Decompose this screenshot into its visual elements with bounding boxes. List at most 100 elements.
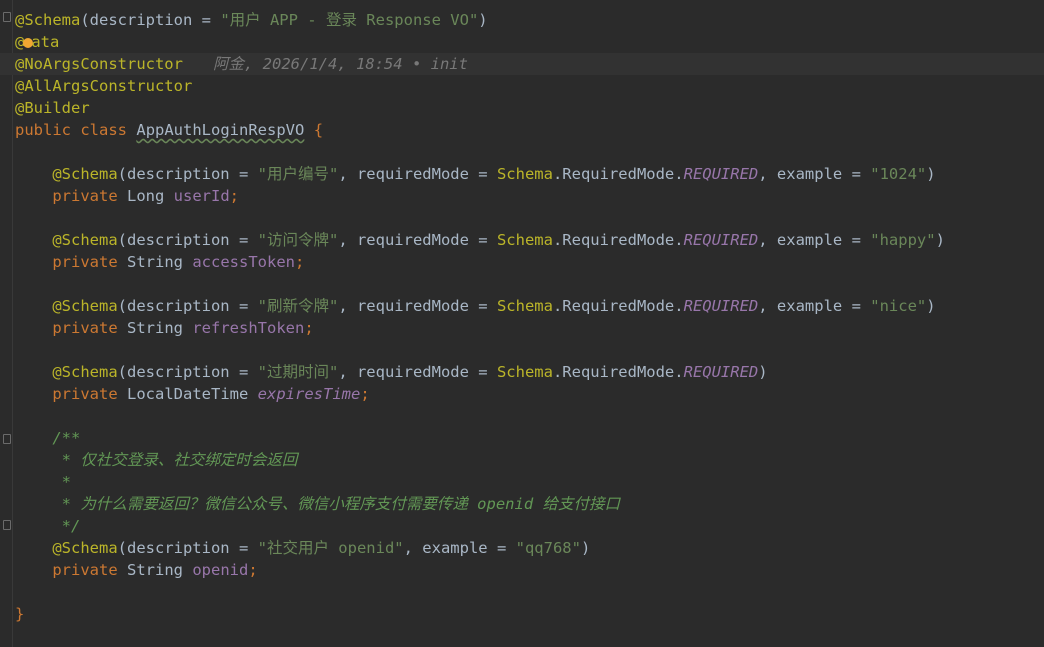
code-line: private String openid; <box>15 559 1044 581</box>
doc-comment-line: * 仅社交登录、社交绑定时会返回 <box>15 449 1044 471</box>
code-text: , requiredMode = <box>338 297 497 315</box>
field-name: accessToken <box>192 253 295 271</box>
blame-date: , 2026/1/4, 18:54 • init <box>244 55 468 73</box>
string-literal: "nice" <box>870 297 927 315</box>
annotation: @Schema <box>52 363 118 381</box>
semicolon: ; <box>248 561 258 579</box>
code-text: ) <box>935 231 945 249</box>
field-name: expiresTime <box>257 385 361 403</box>
code-text: , requiredMode = <box>338 231 497 249</box>
fold-marker-icon[interactable] <box>3 12 11 22</box>
annotation: @Schema <box>52 165 118 183</box>
git-blame-annotation[interactable]: 阿金, 2026/1/4, 18:54 • init <box>213 55 468 73</box>
code-line: private String accessToken; <box>15 251 1044 273</box>
code-text: , requiredMode = <box>338 363 497 381</box>
class-ref: Schema <box>496 297 553 315</box>
current-line: @NoArgsConstructor 阿金, 2026/1/4, 18:54 • … <box>0 53 1044 75</box>
fold-marker-icon[interactable] <box>3 434 11 444</box>
code-text: (description = <box>117 231 258 249</box>
code-text: , example = <box>758 165 871 183</box>
doc-code-ref: openid <box>477 495 534 513</box>
code-text: (description = <box>117 539 258 557</box>
code-text: (description = <box>117 165 258 183</box>
keyword: private <box>52 187 118 205</box>
code-line: @Schema(description = "过期时间", requiredMo… <box>15 361 1044 383</box>
code-line: private String refreshToken; <box>15 317 1044 339</box>
code-text: .RequiredMode. <box>552 363 684 381</box>
string-literal: "社交用户 openid" <box>257 539 404 557</box>
doc-comment: * <box>52 473 71 491</box>
brace: } <box>15 605 25 623</box>
code-text: .RequiredMode. <box>552 297 684 315</box>
fold-marker-icon[interactable] <box>3 520 11 530</box>
class-ref: Schema <box>496 165 553 183</box>
doc-comment: */ <box>52 517 81 535</box>
doc-comment-line: * 为什么需要返回？微信公众号、微信小程序支付需要传递 openid 给支付接口 <box>15 493 1044 515</box>
code-text: ) <box>926 165 936 183</box>
keyword: public <box>15 121 71 139</box>
code-text: .RequiredMode. <box>552 231 684 249</box>
code-line: private LocalDateTime expiresTime; <box>15 383 1044 405</box>
code-text: (description = <box>117 363 258 381</box>
code-text: (description = <box>117 297 258 315</box>
enum-constant: REQUIRED <box>683 231 759 249</box>
code-text: , example = <box>403 539 516 557</box>
doc-comment-line: */ <box>15 515 1044 537</box>
doc-comment-line: * <box>15 471 1044 493</box>
keyword: private <box>52 561 118 579</box>
class-ref: Schema <box>496 363 553 381</box>
annotation: @Schema <box>52 539 118 557</box>
annotation: @NoArgsConstructor <box>15 55 183 73</box>
code-line: @Schema(description = "用户编号", requiredMo… <box>15 163 1044 185</box>
annotation: @Schema <box>52 231 118 249</box>
editor-gutter <box>0 0 13 647</box>
code-line: public class AppAuthLoginRespVO { <box>15 119 1044 141</box>
string-literal: "1024" <box>870 165 927 183</box>
code-line: @Schema(description = "社交用户 openid", exa… <box>15 537 1044 559</box>
code-line: @AllArgsConstructor <box>15 75 1044 97</box>
enum-constant: REQUIRED <box>683 363 759 381</box>
semicolon: ; <box>304 319 314 337</box>
semicolon: ; <box>360 385 370 403</box>
code-text: , requiredMode = <box>338 165 497 183</box>
doc-comment: * 为什么需要返回？微信公众号、微信小程序支付需要传递 <box>52 495 478 513</box>
string-literal: "用户 APP - 登录 Response VO" <box>220 11 479 29</box>
type-name: String <box>127 253 183 271</box>
class-name: AppAuthLoginRespVO <box>136 121 305 139</box>
keyword: private <box>52 385 118 403</box>
field-name: userId <box>173 187 230 205</box>
code-line: private Long userId; <box>15 185 1044 207</box>
code-line: @Schema(description = "刷新令牌", requiredMo… <box>15 295 1044 317</box>
brace: { <box>313 121 324 139</box>
field-name: refreshToken <box>192 319 305 337</box>
semicolon: ; <box>229 187 240 205</box>
code-line: @ ata <box>15 31 1044 53</box>
field-name: openid <box>192 561 249 579</box>
code-line: @Schema(description = "用户 APP - 登录 Respo… <box>15 9 1044 31</box>
code-text: (description = <box>80 11 221 29</box>
enum-constant: REQUIRED <box>683 165 759 183</box>
code-text: , example = <box>758 231 871 249</box>
string-literal: "用户编号" <box>257 165 339 183</box>
string-literal: "刷新令牌" <box>257 297 339 315</box>
type-name: String <box>127 561 183 579</box>
code-text: ) <box>926 297 936 315</box>
type-name: String <box>127 319 183 337</box>
string-literal: "qq768" <box>515 539 581 557</box>
string-literal: "过期时间" <box>257 363 339 381</box>
keyword: private <box>52 253 118 271</box>
keyword: class <box>80 121 128 139</box>
doc-comment: * 仅社交登录、社交绑定时会返回 <box>52 451 298 469</box>
code-line: } <box>15 603 1044 625</box>
semicolon: ; <box>295 253 305 271</box>
code-area[interactable]: @Schema(description = "用户 APP - 登录 Respo… <box>0 9 1044 625</box>
keyword: private <box>52 319 118 337</box>
blame-author: 阿金 <box>212 55 244 73</box>
type-name: Long <box>127 187 165 205</box>
code-line: @Builder <box>15 97 1044 119</box>
code-editor[interactable]: @Schema(description = "用户 APP - 登录 Respo… <box>0 0 1044 647</box>
